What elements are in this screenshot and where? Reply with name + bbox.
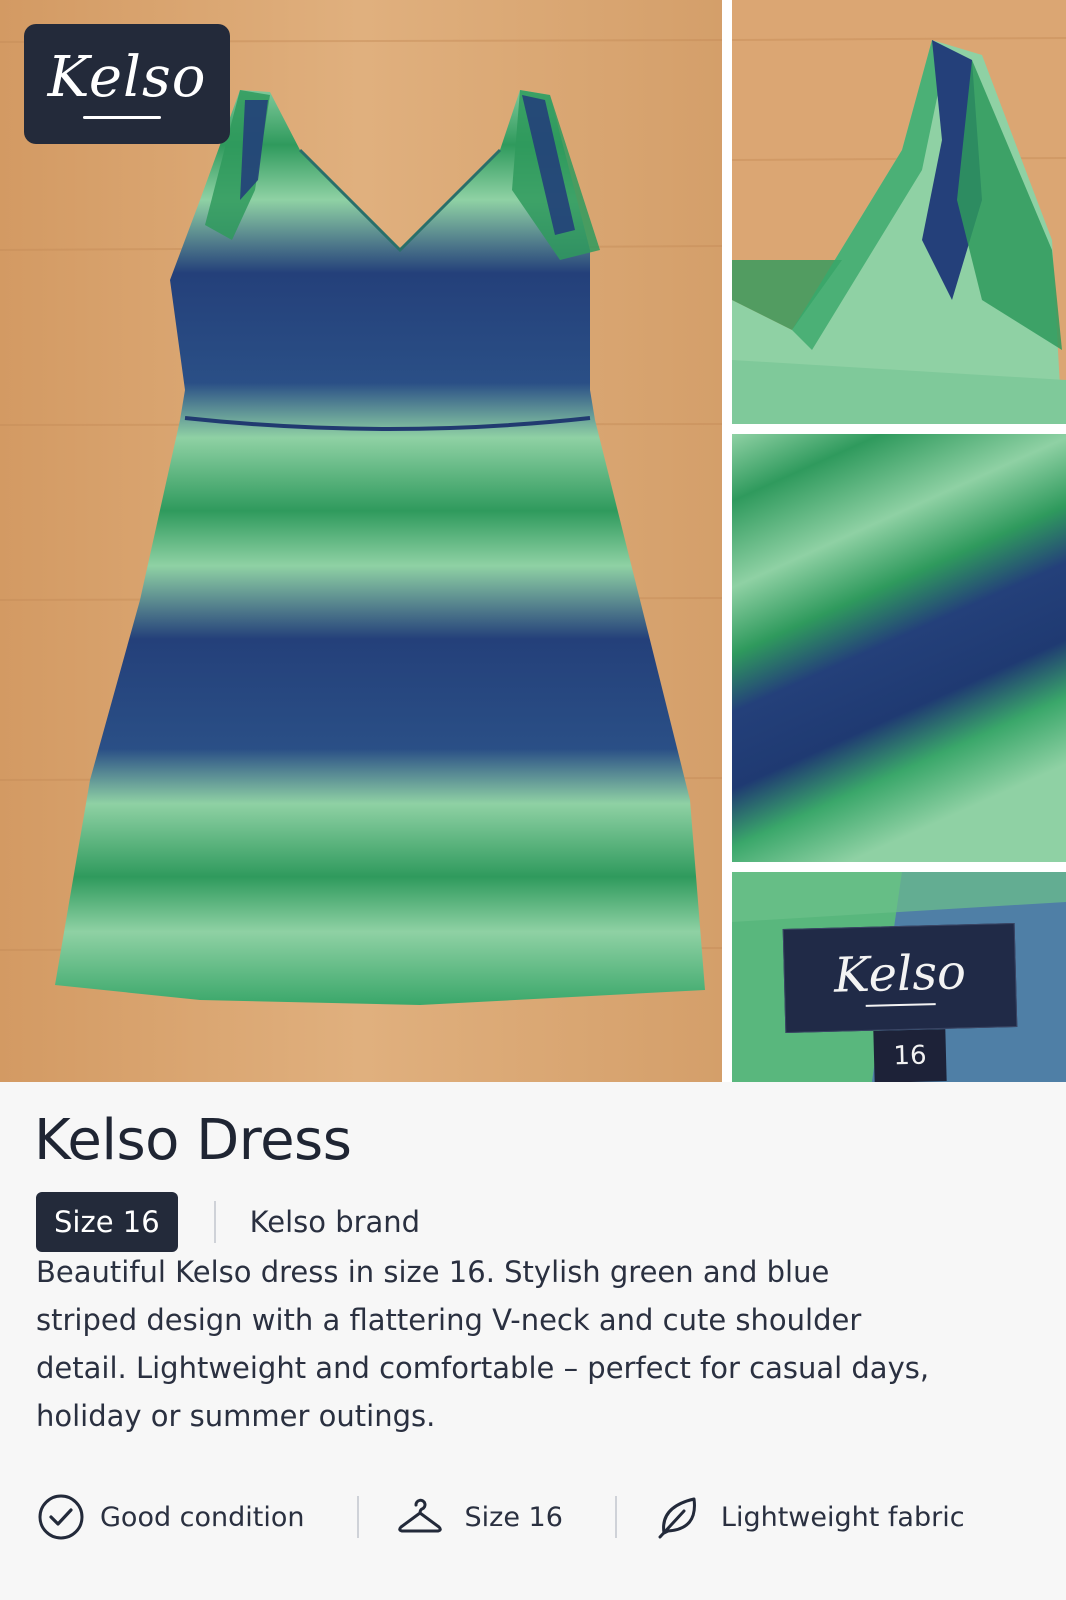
brand-logo-underline [83, 115, 161, 119]
size-chip[interactable]: Size 16 [36, 1192, 178, 1252]
feature-label: Lightweight fabric [720, 1501, 965, 1533]
feature-divider [356, 1496, 359, 1538]
hanger-icon [395, 1492, 445, 1542]
feature-condition: Good condition [36, 1492, 305, 1542]
feature-size: Size 16 [395, 1492, 563, 1542]
photo-gallery: Kelso Kelso 16 [0, 0, 1066, 1082]
brand-logo-text: Kelso [47, 44, 207, 110]
clothing-label-brand: Kelso [833, 944, 967, 1004]
feature-label: Size 16 [464, 1501, 563, 1533]
leaf-icon [653, 1492, 703, 1542]
fabric-detail-photo[interactable] [732, 434, 1066, 862]
feature-fabric: Lightweight fabric [653, 1492, 965, 1542]
main-dress-photo[interactable] [0, 0, 722, 1082]
product-meta-row: Size 16 Kelso brand [36, 1192, 420, 1252]
product-info-panel: Kelso Dress Size 16 Kelso brand Beautifu… [0, 1082, 1066, 1600]
product-description: Beautiful Kelso dress in size 16. Stylis… [36, 1255, 930, 1433]
shoulder-detail-photo[interactable] [732, 0, 1066, 424]
feature-divider [614, 1496, 617, 1538]
product-title: Kelso Dress [34, 1108, 352, 1173]
clothing-label: Kelso [782, 922, 1018, 1034]
label-detail-photo[interactable]: Kelso 16 [732, 872, 1066, 1082]
brand-text[interactable]: Kelso brand [250, 1205, 420, 1239]
feature-label: Good condition [100, 1501, 305, 1533]
feature-list: Good condition Size 16 Lightweight fabri… [36, 1492, 965, 1542]
check-circle-icon [36, 1492, 86, 1542]
meta-divider [213, 1201, 216, 1243]
brand-logo-badge: Kelso [24, 24, 230, 144]
clothing-size-label: 16 [873, 1029, 947, 1082]
clothing-label-underline [865, 1003, 936, 1007]
